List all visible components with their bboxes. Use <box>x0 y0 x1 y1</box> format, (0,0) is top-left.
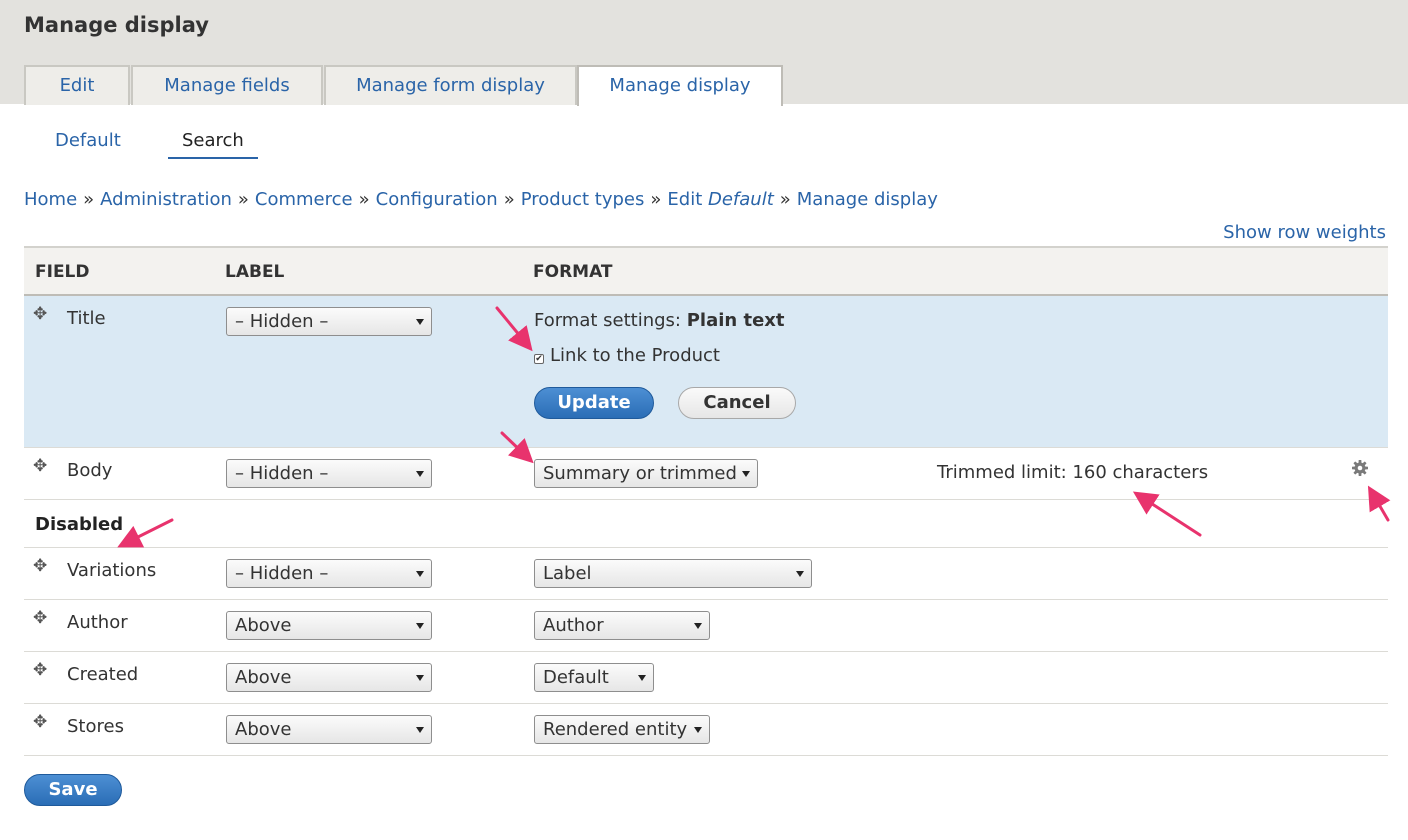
chevron-down-icon <box>638 675 646 681</box>
update-button[interactable]: Update <box>534 387 654 419</box>
link-to-product-option[interactable]: ✔ Link to the Product <box>534 345 720 366</box>
drag-handle-icon[interactable]: ✥ <box>33 456 47 476</box>
label-select[interactable]: Above <box>226 715 432 744</box>
region-disabled: Disabled <box>24 500 1388 548</box>
link-to-product-checkbox[interactable]: ✔ <box>534 354 544 364</box>
table-header: FIELD LABEL FORMAT <box>24 246 1388 296</box>
chevron-down-icon <box>416 319 424 325</box>
drag-handle-icon[interactable]: ✥ <box>33 556 47 576</box>
format-select[interactable]: Summary or trimmed <box>534 459 758 488</box>
page-title: Manage display <box>24 13 209 37</box>
format-settings-title: Format settings: Plain text <box>534 310 785 331</box>
gear-icon[interactable] <box>1350 458 1370 478</box>
breadcrumb-product-types[interactable]: Product types <box>521 189 645 210</box>
table-row-variations: ✥ Variations – Hidden – Label <box>24 548 1388 600</box>
format-select[interactable]: Rendered entity <box>534 715 710 744</box>
breadcrumb-commerce[interactable]: Commerce <box>255 189 353 210</box>
save-button[interactable]: Save <box>24 774 122 806</box>
region-title: Disabled <box>35 514 124 535</box>
field-name: Body <box>67 460 113 481</box>
chevron-down-icon <box>742 471 750 477</box>
header-field: FIELD <box>35 262 90 282</box>
table-row-title: ✥ Title – Hidden – Format settings: Plai… <box>24 296 1388 448</box>
format-select[interactable]: Label <box>534 559 812 588</box>
field-display-table: FIELD LABEL FORMAT ✥ Title – Hidden – Fo… <box>24 246 1388 756</box>
table-row-created: ✥ Created Above Default <box>24 652 1388 704</box>
header-label: LABEL <box>225 262 285 282</box>
tab-manage-form-display[interactable]: Manage form display <box>324 65 577 105</box>
chevron-down-icon <box>416 471 424 477</box>
breadcrumb-home[interactable]: Home <box>24 189 77 210</box>
chevron-down-icon <box>694 727 702 733</box>
field-name: Stores <box>67 716 124 737</box>
drag-handle-icon[interactable]: ✥ <box>33 660 47 680</box>
format-select[interactable]: Default <box>534 663 654 692</box>
breadcrumb-edit-default[interactable]: Edit Default <box>667 189 773 210</box>
chevron-down-icon <box>416 675 424 681</box>
show-row-weights-link[interactable]: Show row weights <box>1223 222 1386 243</box>
tab-manage-display[interactable]: Manage display <box>577 65 783 106</box>
label-select[interactable]: Above <box>226 611 432 640</box>
breadcrumb: Home» Administration» Commerce» Configurati… <box>24 189 938 210</box>
format-select[interactable]: Author <box>534 611 710 640</box>
header-format: FORMAT <box>533 262 613 282</box>
field-name: Author <box>67 612 128 633</box>
cancel-button[interactable]: Cancel <box>678 387 796 419</box>
tab-edit[interactable]: Edit <box>24 65 130 105</box>
subtab-default[interactable]: Default <box>55 130 121 151</box>
label-select[interactable]: – Hidden – <box>226 559 432 588</box>
field-name: Created <box>67 664 139 685</box>
table-row-stores: ✥ Stores Above Rendered entity <box>24 704 1388 756</box>
breadcrumb-configuration[interactable]: Configuration <box>376 189 498 210</box>
label-select[interactable]: – Hidden – <box>226 307 432 336</box>
page-header: Manage display Edit Manage fields Manage… <box>0 0 1408 106</box>
table-row-body: ✥ Body – Hidden – Summary or trimmed Tri… <box>24 448 1388 500</box>
drag-handle-icon[interactable]: ✥ <box>33 712 47 732</box>
field-name: Title <box>67 308 106 329</box>
field-name: Variations <box>67 560 157 581</box>
label-select[interactable]: Above <box>226 663 432 692</box>
chevron-down-icon <box>416 571 424 577</box>
chevron-down-icon <box>416 623 424 629</box>
chevron-down-icon <box>796 571 804 577</box>
tab-manage-fields[interactable]: Manage fields <box>131 65 323 105</box>
breadcrumb-administration[interactable]: Administration <box>100 189 232 210</box>
format-summary: Trimmed limit: 160 characters <box>937 462 1209 483</box>
chevron-down-icon <box>416 727 424 733</box>
drag-handle-icon[interactable]: ✥ <box>33 608 47 628</box>
breadcrumb-manage-display[interactable]: Manage display <box>797 189 938 210</box>
subtab-search[interactable]: Search <box>168 130 258 159</box>
table-row-author: ✥ Author Above Author <box>24 600 1388 652</box>
chevron-down-icon <box>694 623 702 629</box>
label-select[interactable]: – Hidden – <box>226 459 432 488</box>
drag-handle-icon[interactable]: ✥ <box>33 304 47 324</box>
